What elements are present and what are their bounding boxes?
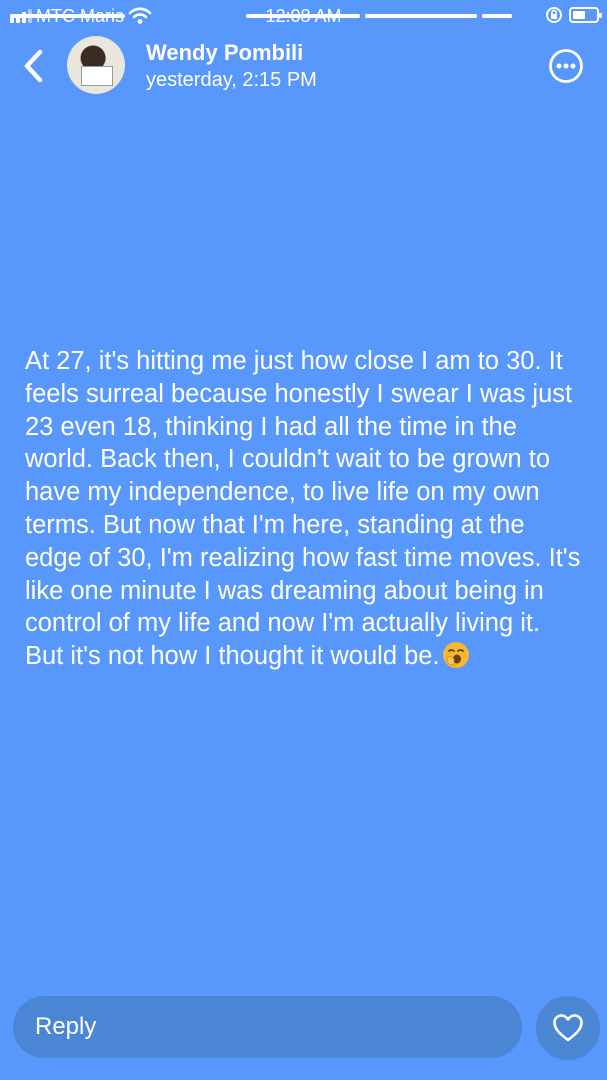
story-timestamp: yesterday, 2:15 PM bbox=[146, 69, 317, 91]
heart-icon bbox=[553, 1014, 583, 1042]
status-bar: MTC Maris 12:08 AM bbox=[0, 0, 607, 34]
more-options-icon bbox=[549, 49, 583, 83]
like-button[interactable] bbox=[536, 996, 600, 1060]
lock-rotation-icon bbox=[546, 7, 562, 23]
avatar[interactable] bbox=[67, 36, 125, 94]
back-chevron-icon bbox=[24, 49, 43, 83]
battery-icon bbox=[569, 7, 602, 23]
story-text-block: At 27, it's hitting me just how close I … bbox=[25, 345, 587, 673]
status-time: 12:08 AM bbox=[265, 6, 342, 26]
battery-level bbox=[573, 11, 585, 19]
avatar-photo-detail bbox=[81, 66, 113, 86]
status-right bbox=[545, 6, 602, 24]
yawning-face-emoji bbox=[442, 642, 469, 669]
story-text: At 27, it's hitting me just how close I … bbox=[25, 347, 581, 671]
more-options-button[interactable] bbox=[548, 48, 584, 84]
reply-input[interactable]: Reply bbox=[13, 996, 522, 1058]
back-button[interactable] bbox=[18, 46, 52, 86]
user-name[interactable]: Wendy Pombili bbox=[146, 40, 303, 66]
